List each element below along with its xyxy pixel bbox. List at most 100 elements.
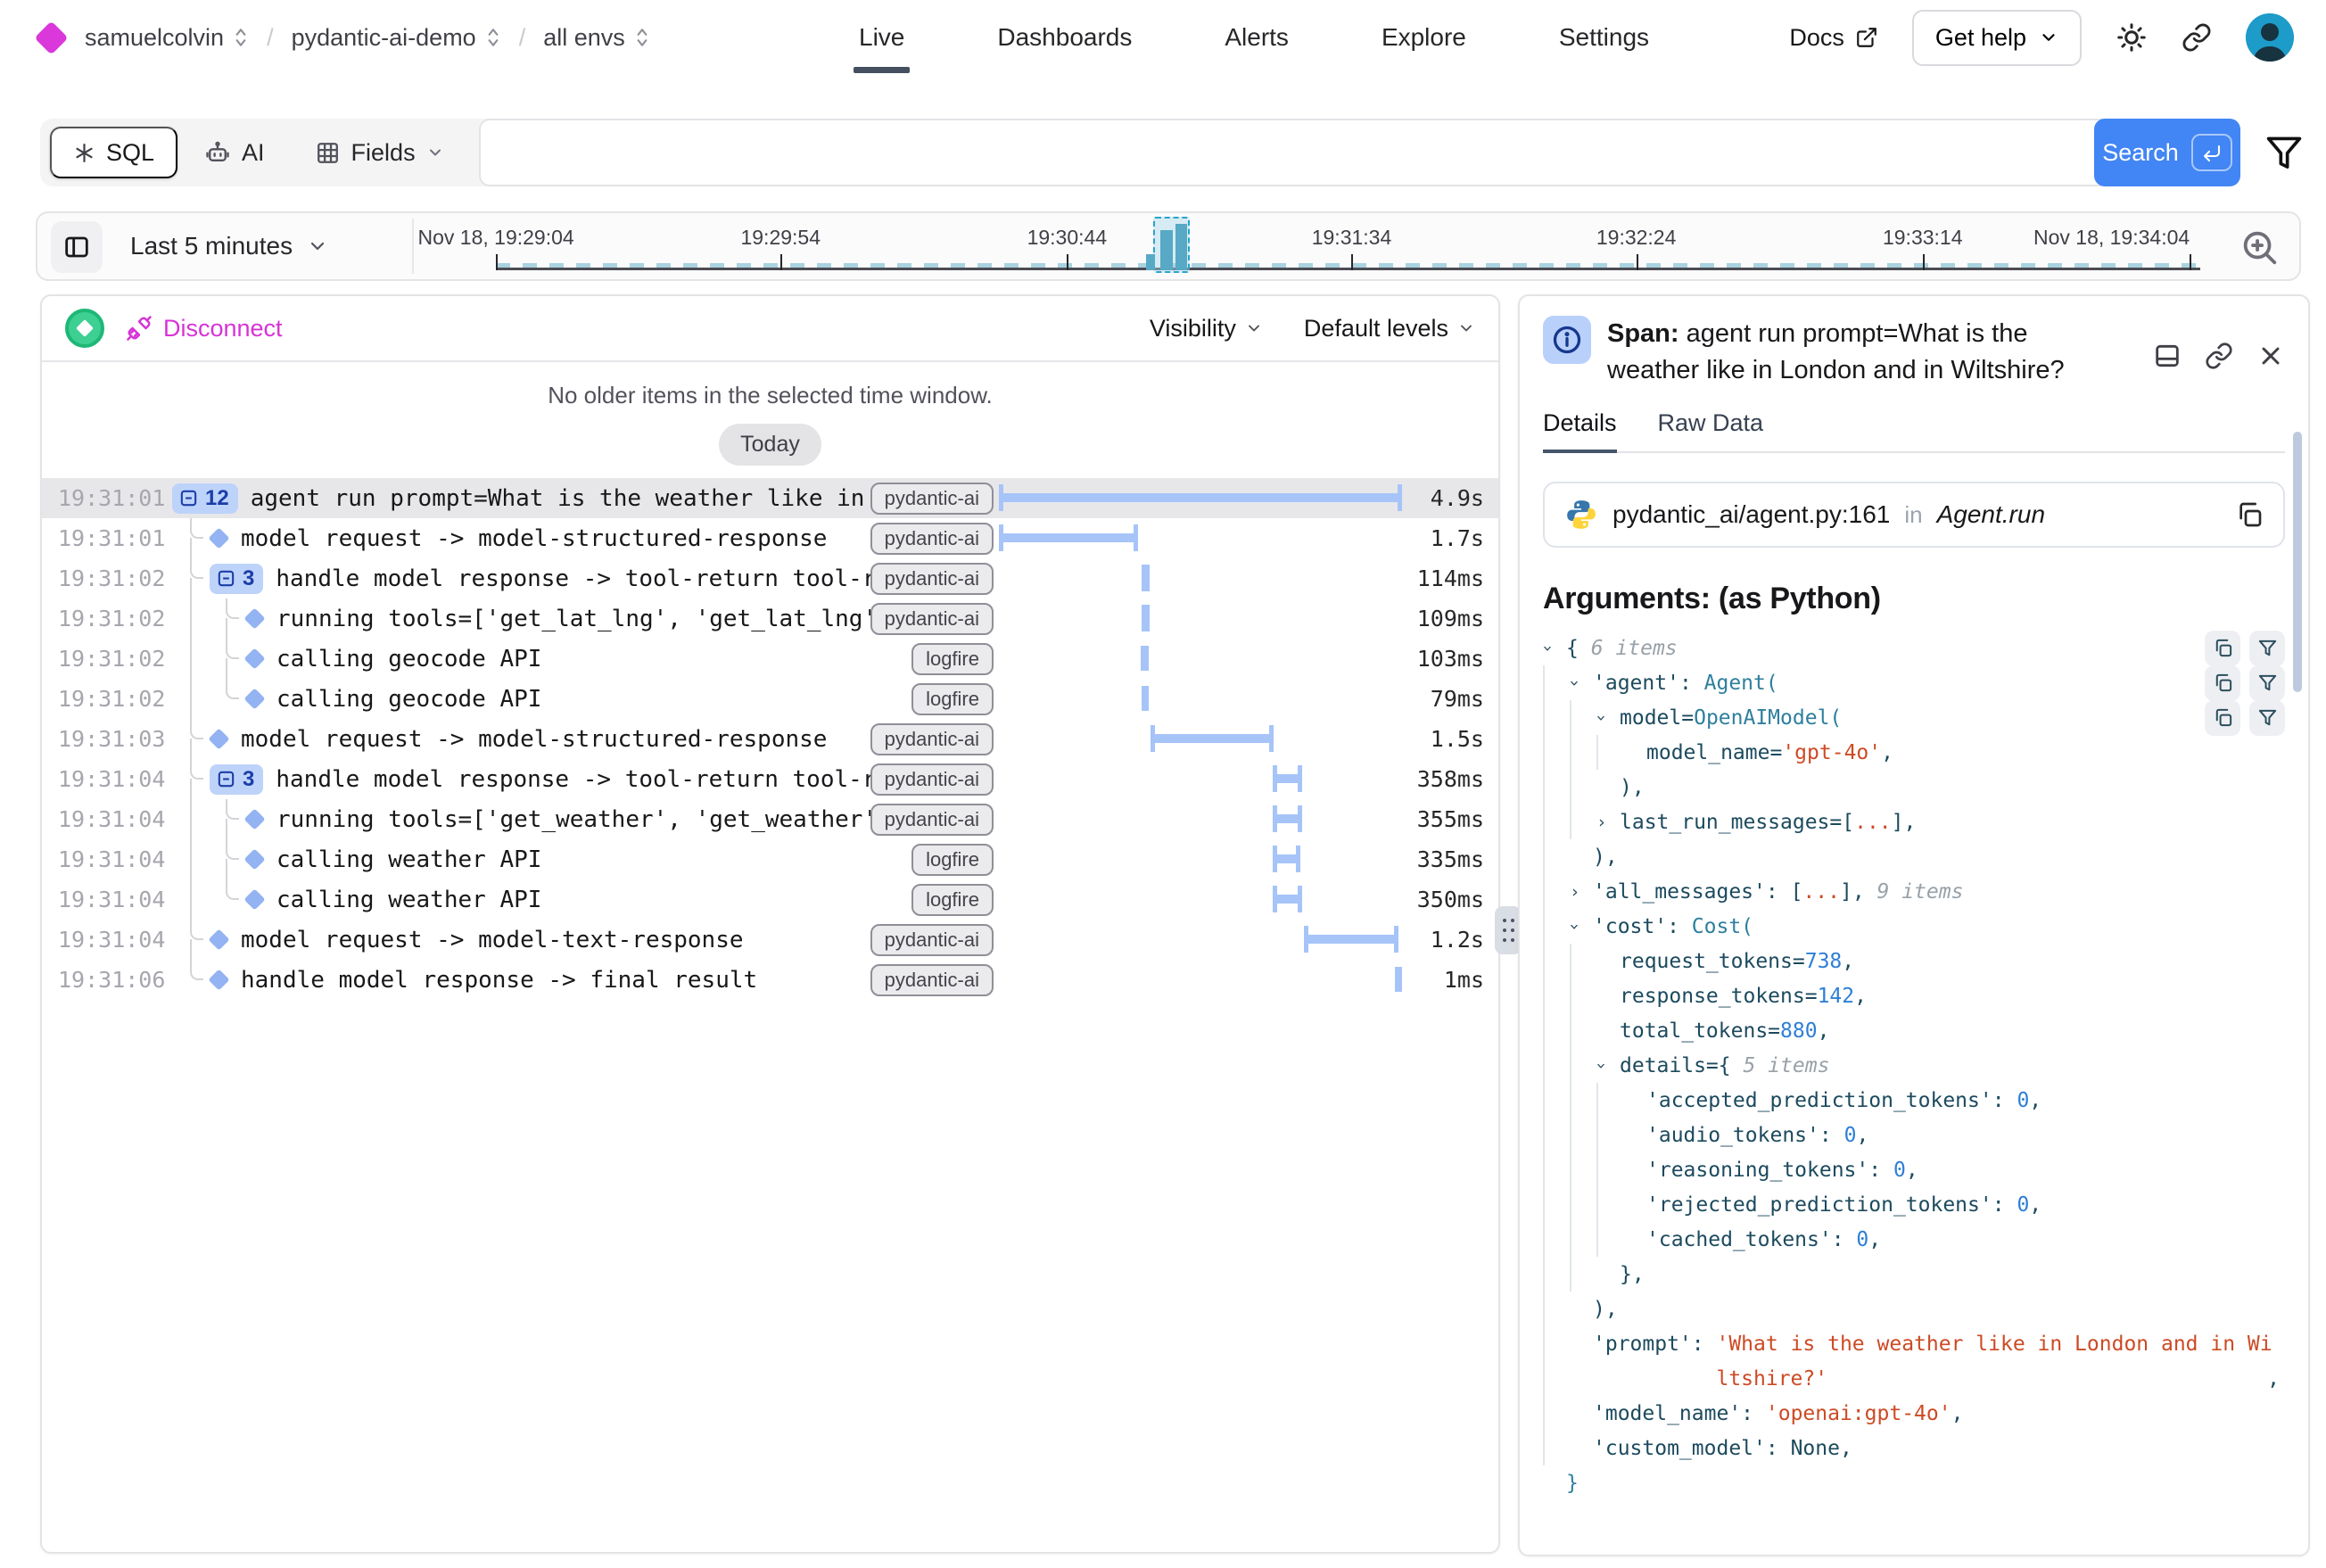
search-query-input[interactable] <box>479 119 2118 186</box>
span-name: model request -> model-structured-respon… <box>241 525 827 552</box>
sql-mode-button[interactable]: SQL <box>50 127 177 178</box>
collapse-count-badge[interactable]: 12 <box>172 483 238 514</box>
trace-row[interactable]: 19:31:023handle model response -> tool-r… <box>42 558 1498 598</box>
ai-mode-button[interactable]: AI <box>204 139 265 167</box>
default-levels-dropdown[interactable]: Default levels <box>1304 315 1475 342</box>
duration-bar[interactable] <box>1151 734 1274 743</box>
trace-row[interactable]: 19:31:03model request -> model-structure… <box>42 719 1498 759</box>
tab-alerts[interactable]: Alerts <box>1225 0 1289 75</box>
trace-row[interactable]: 19:31:06handle model response -> final r… <box>42 960 1498 1000</box>
copy-link-icon[interactable] <box>2205 323 2233 388</box>
copy-icon[interactable] <box>2235 500 2264 529</box>
tag-chip[interactable]: pydantic-ai <box>870 483 994 515</box>
tag-chip[interactable]: logfire <box>911 683 994 715</box>
trace-row[interactable]: 19:31:04running tools=['get_weather', 'g… <box>42 799 1498 839</box>
duration-bar[interactable] <box>1142 614 1150 623</box>
filter-funnel-icon[interactable] <box>2249 700 2285 736</box>
tag-chip[interactable]: pydantic-ai <box>870 964 994 996</box>
trace-row[interactable]: 19:31:0112agent run prompt=What is the w… <box>42 478 1498 518</box>
tag-chip[interactable]: logfire <box>911 643 994 675</box>
trace-row[interactable]: 19:31:04model request -> model-text-resp… <box>42 920 1498 960</box>
get-help-button[interactable]: Get help <box>1912 10 2082 66</box>
tag-chip[interactable]: pydantic-ai <box>870 763 994 796</box>
tag-chip[interactable]: pydantic-ai <box>870 924 994 956</box>
theme-toggle-sun-icon[interactable] <box>2116 21 2148 54</box>
disconnect-button[interactable]: Disconnect <box>126 315 283 342</box>
code-caret-right-icon[interactable]: › <box>1596 813 1620 832</box>
tab-explore[interactable]: Explore <box>1382 0 1466 75</box>
scrollbar-thumb[interactable] <box>2293 432 2302 692</box>
duration-bar[interactable] <box>1142 574 1150 582</box>
collapse-count-badge[interactable]: 3 <box>210 764 263 795</box>
trace-row[interactable]: 19:31:043handle model response -> tool-r… <box>42 759 1498 799</box>
tag-chip[interactable]: pydantic-ai <box>870 723 994 755</box>
tab-live[interactable]: Live <box>859 0 904 75</box>
code-caret-down-icon[interactable]: › <box>1596 708 1620 728</box>
source-location[interactable]: pydantic_ai/agent.py:161 in Agent.run <box>1543 482 2285 548</box>
detail-tab-raw-data[interactable]: Raw Data <box>1658 409 1764 451</box>
code-line: 'cached_tokens': 0, <box>1543 1222 2285 1257</box>
timeline-tick-mark <box>780 254 782 270</box>
user-avatar[interactable] <box>2246 13 2294 62</box>
logfire-logo-icon[interactable] <box>34 21 68 54</box>
duration-bar[interactable] <box>1273 814 1302 823</box>
copy-icon[interactable] <box>2205 700 2240 736</box>
duration-bar[interactable] <box>1273 774 1302 783</box>
timeline-histogram-bar[interactable] <box>1160 230 1173 270</box>
duration-bar[interactable] <box>1273 854 1300 863</box>
code-caret-right-icon[interactable]: › <box>1570 882 1593 902</box>
duration-bar[interactable] <box>999 493 1402 502</box>
detail-tab-details[interactable]: Details <box>1543 409 1617 451</box>
copy-icon[interactable] <box>2205 631 2240 666</box>
duration-bar[interactable] <box>1304 935 1398 944</box>
filter-funnel-icon[interactable] <box>2264 133 2304 172</box>
trace-row[interactable]: 19:31:02running tools=['get_lat_lng', 'g… <box>42 598 1498 639</box>
collapse-count-badge[interactable]: 3 <box>210 564 263 594</box>
code-caret-down-icon[interactable]: › <box>1570 917 1593 937</box>
today-chip[interactable]: Today <box>719 424 821 466</box>
duration-bar[interactable] <box>1142 686 1149 711</box>
tag-chip[interactable]: pydantic-ai <box>870 523 994 555</box>
trace-row[interactable]: 19:31:04calling weather APIlogfire350ms <box>42 879 1498 920</box>
breadcrumb-item[interactable]: all envs <box>543 24 650 52</box>
tag-chip[interactable]: pydantic-ai <box>870 804 994 836</box>
tag-chip[interactable]: pydantic-ai <box>870 603 994 635</box>
trace-row[interactable]: 19:31:01model request -> model-structure… <box>42 518 1498 558</box>
tag-chip[interactable]: logfire <box>911 884 994 916</box>
duration-bar[interactable] <box>1273 895 1302 904</box>
breadcrumb-item[interactable]: pydantic-ai-demo <box>292 24 501 52</box>
trace-row[interactable]: 19:31:02calling geocode APIlogfire79ms <box>42 679 1498 719</box>
zoom-in-icon[interactable] <box>2239 227 2280 268</box>
copy-icon[interactable] <box>2205 665 2240 701</box>
code-indent-guide <box>1543 1292 1570 1326</box>
share-link-icon[interactable] <box>2182 22 2212 53</box>
dock-bottom-icon[interactable] <box>2153 323 2182 388</box>
close-icon[interactable] <box>2256 323 2285 388</box>
tab-settings[interactable]: Settings <box>1559 0 1649 75</box>
trace-row[interactable]: 19:31:04calling weather APIlogfire335ms <box>42 839 1498 879</box>
timeline-histogram-bar[interactable] <box>1175 224 1187 270</box>
tag-chip[interactable]: pydantic-ai <box>870 563 994 595</box>
filter-funnel-icon[interactable] <box>2249 631 2285 666</box>
duration-bar[interactable] <box>1395 967 1402 992</box>
time-range-dropdown[interactable]: Last 5 minutes <box>130 213 328 279</box>
duration-bar[interactable] <box>999 533 1138 542</box>
docs-link[interactable]: Docs <box>1789 24 1878 52</box>
search-button[interactable]: Search <box>2094 119 2240 186</box>
code-caret-down-icon[interactable]: › <box>1543 639 1566 658</box>
duration-bar[interactable] <box>1141 646 1149 671</box>
filter-funnel-icon[interactable] <box>2249 665 2285 701</box>
code-caret-down-icon[interactable]: › <box>1596 1056 1620 1076</box>
tag-chip[interactable]: logfire <box>911 844 994 876</box>
trace-row[interactable]: 19:31:02calling geocode APIlogfire103ms <box>42 639 1498 679</box>
timeline-histogram-bar[interactable] <box>1146 254 1155 270</box>
fields-dropdown[interactable]: Fields <box>315 139 469 167</box>
time-axis[interactable]: Nov 18, 19:29:0419:29:5419:30:4419:31:34… <box>443 213 2200 279</box>
code-indent-guide <box>1570 1187 1596 1222</box>
code-caret-down-icon[interactable]: › <box>1570 673 1593 693</box>
visibility-dropdown[interactable]: Visibility <box>1150 315 1263 342</box>
tab-dashboards[interactable]: Dashboards <box>997 0 1132 75</box>
python-icon <box>1564 498 1598 532</box>
sidebar-toggle-icon[interactable] <box>51 221 103 273</box>
breadcrumb-item[interactable]: samuelcolvin <box>85 24 249 52</box>
